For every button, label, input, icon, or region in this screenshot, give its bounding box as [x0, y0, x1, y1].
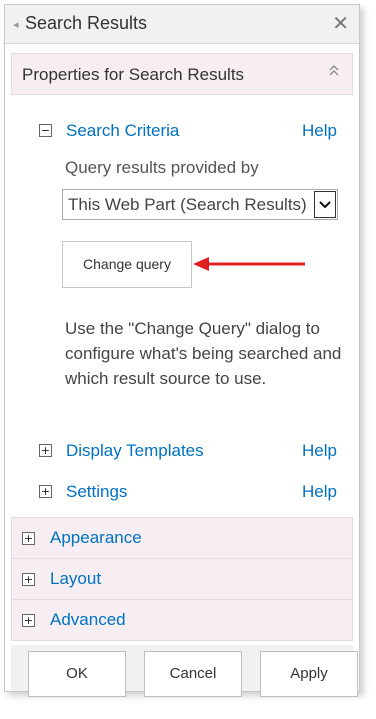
- tool-pane-titlebar: ◂ Search Results ✕: [5, 5, 359, 44]
- advanced-link[interactable]: Advanced: [50, 610, 126, 630]
- tool-pane: ◂ Search Results ✕ Properties for Search…: [4, 4, 360, 697]
- layout-section[interactable]: + Layout: [11, 558, 353, 600]
- settings-link[interactable]: Settings: [66, 482, 127, 502]
- search-criteria-help-link[interactable]: Help: [302, 121, 337, 141]
- search-criteria-row: − Search Criteria Help: [5, 119, 359, 145]
- expand-advanced-icon[interactable]: +: [22, 614, 35, 627]
- ok-button[interactable]: OK: [28, 651, 126, 697]
- settings-row: + Settings Help: [5, 480, 359, 506]
- properties-header-label: Properties for Search Results: [22, 65, 245, 84]
- collapse-search-criteria-icon[interactable]: −: [39, 124, 52, 137]
- appearance-section[interactable]: + Appearance: [11, 517, 353, 559]
- back-arrow-icon[interactable]: ◂: [13, 18, 19, 31]
- display-templates-row: + Display Templates Help: [5, 439, 359, 465]
- query-source-select[interactable]: This Web Part (Search Results): [62, 189, 338, 220]
- expand-layout-icon[interactable]: +: [22, 573, 35, 586]
- query-results-label: Query results provided by: [65, 158, 259, 177]
- dropdown-arrow-glyph: [319, 201, 331, 209]
- tool-pane-title: Search Results: [25, 13, 148, 33]
- collapse-chevron-icon[interactable]: [328, 63, 340, 82]
- footer-buttons: OK Cancel Apply: [11, 645, 358, 697]
- change-query-description: Use the "Change Query" dialog to configu…: [65, 319, 342, 388]
- change-query-button[interactable]: Change query: [62, 241, 192, 288]
- close-icon[interactable]: ✕: [332, 11, 349, 36]
- annotation-arrow-icon: [193, 257, 305, 271]
- expand-settings-icon[interactable]: +: [39, 485, 52, 498]
- cancel-button[interactable]: Cancel: [144, 651, 242, 697]
- double-chevron-up-icon: [329, 65, 339, 76]
- search-criteria-link[interactable]: Search Criteria: [66, 121, 179, 141]
- apply-button[interactable]: Apply: [260, 651, 358, 697]
- display-templates-link[interactable]: Display Templates: [66, 441, 204, 461]
- display-templates-help-link[interactable]: Help: [302, 441, 337, 461]
- appearance-link[interactable]: Appearance: [50, 528, 142, 548]
- expand-display-templates-icon[interactable]: +: [39, 444, 52, 457]
- properties-header[interactable]: Properties for Search Results: [11, 53, 353, 95]
- layout-link[interactable]: Layout: [50, 569, 101, 589]
- expand-appearance-icon[interactable]: +: [22, 532, 35, 545]
- chevron-down-icon[interactable]: [314, 191, 336, 218]
- query-source-value: This Web Part (Search Results): [68, 195, 307, 214]
- settings-help-link[interactable]: Help: [302, 482, 337, 502]
- advanced-section[interactable]: + Advanced: [11, 599, 353, 641]
